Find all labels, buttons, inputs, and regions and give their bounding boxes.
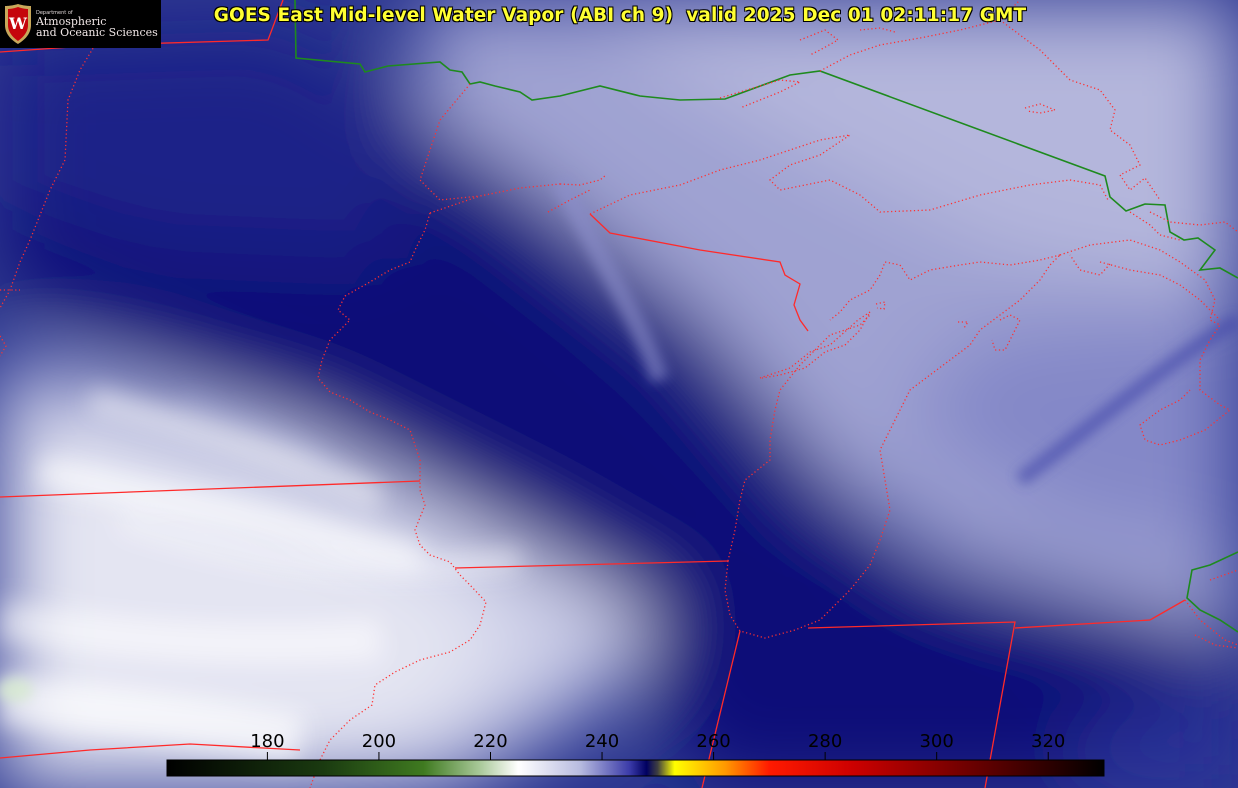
colorbar-tick-label: 260 xyxy=(696,731,730,752)
water-vapor-map: 180 200 220 240 260 280 300 320 xyxy=(0,0,1238,788)
logo-line-2: and Oceanic Sciences xyxy=(36,26,158,39)
image-title: GOES East Mid-level Water Vapor (ABI ch … xyxy=(213,5,1027,26)
colorbar-tick-label: 300 xyxy=(919,731,953,752)
colorbar-gradient xyxy=(166,759,1105,777)
colorbar-tick-label: 240 xyxy=(585,731,619,752)
colorbar-tick-label: 180 xyxy=(250,731,284,752)
colorbar-tick-label: 320 xyxy=(1031,731,1065,752)
colorbar-tick-label: 280 xyxy=(808,731,842,752)
colorbar-tick-label: 200 xyxy=(362,731,396,752)
colorbar-tick-label: 220 xyxy=(473,731,507,752)
